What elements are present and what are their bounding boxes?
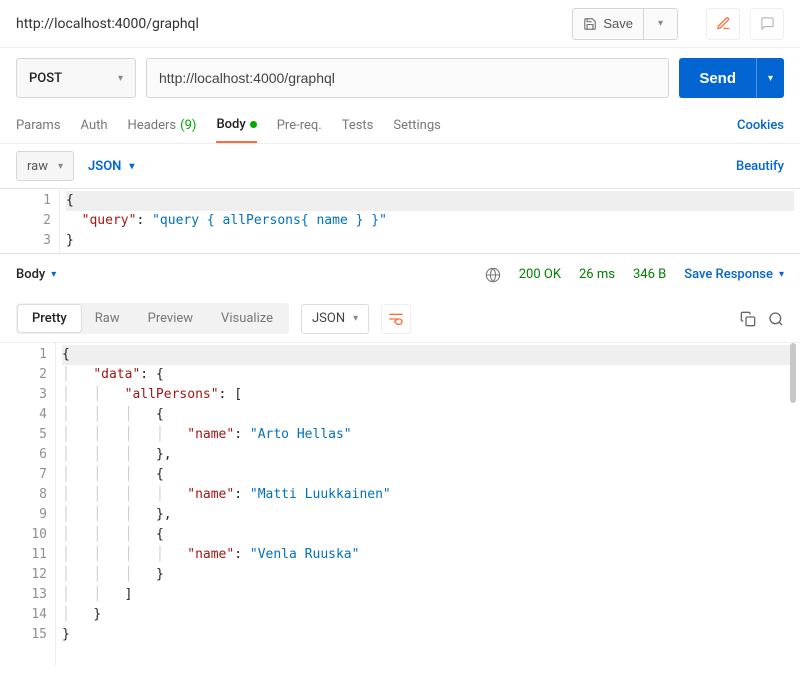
comment-icon-button[interactable] <box>750 8 784 40</box>
tab-headers-label: Headers <box>128 118 177 133</box>
save-icon <box>583 17 597 31</box>
pencil-icon <box>716 16 731 31</box>
request-gutter: 123 <box>0 189 60 253</box>
save-button-group: Save ▾ <box>572 8 678 40</box>
tab-body-label: Body <box>216 117 245 132</box>
tab-params[interactable]: Params <box>16 108 61 143</box>
response-status: 200 OK <box>519 267 561 282</box>
globe-icon[interactable] <box>485 267 501 283</box>
response-size: 346 B <box>633 267 666 282</box>
response-section-label: Body <box>16 267 45 282</box>
response-gutter: 123456789101112131415 <box>0 343 56 665</box>
response-time: 26 ms <box>579 267 615 282</box>
chevron-down-icon: ▾ <box>129 161 134 172</box>
tab-headers[interactable]: Headers (9) <box>128 108 197 143</box>
request-body-editor[interactable]: 123 { "query": "query { allPersons{ name… <box>0 188 800 253</box>
save-response-link[interactable]: Save Response ▾ <box>684 267 784 282</box>
resp-tab-preview[interactable]: Preview <box>134 305 207 332</box>
status-dot-icon <box>250 121 257 128</box>
response-tabrow: Pretty Raw Preview Visualize JSON ▾ <box>0 295 800 343</box>
response-format-value: JSON <box>312 311 345 326</box>
comment-icon <box>760 16 775 31</box>
response-toolbar-right <box>740 311 784 327</box>
body-type-select[interactable]: raw ▾ <box>16 151 74 181</box>
body-subrow: raw ▾ JSON ▾ Beautify <box>0 144 800 188</box>
save-dropdown[interactable]: ▾ <box>644 8 678 40</box>
request-title: http://localhost:4000/graphql <box>16 16 562 32</box>
chevron-down-icon: ▾ <box>51 269 56 280</box>
method-select[interactable]: POST ▾ <box>16 58 136 98</box>
response-section-select[interactable]: Body ▾ <box>16 267 56 282</box>
url-input[interactable] <box>146 58 669 98</box>
tab-tests[interactable]: Tests <box>342 108 374 143</box>
save-button[interactable]: Save <box>572 8 644 40</box>
chevron-down-icon: ▾ <box>658 18 663 29</box>
response-body-editor[interactable]: 123456789101112131415 {│ "data": {│ │ "a… <box>0 343 800 665</box>
body-type-value: raw <box>27 159 48 174</box>
search-icon[interactable] <box>768 311 784 327</box>
url-bar: POST ▾ Send ▾ <box>0 48 800 108</box>
chevron-down-icon: ▾ <box>118 73 123 84</box>
body-format-value: JSON <box>88 159 121 174</box>
chevron-down-icon: ▾ <box>779 269 784 280</box>
tab-prereq[interactable]: Pre-req. <box>277 108 322 143</box>
beautify-link[interactable]: Beautify <box>736 159 784 174</box>
wrap-lines-button[interactable] <box>381 304 411 334</box>
send-button-group: Send ▾ <box>679 58 784 98</box>
request-header-bar: http://localhost:4000/graphql Save ▾ <box>0 0 800 48</box>
wrap-icon <box>388 312 404 326</box>
scrollbar-indicator[interactable] <box>790 343 796 403</box>
tab-body[interactable]: Body <box>216 108 256 143</box>
chevron-down-icon: ▾ <box>58 161 63 172</box>
save-response-label: Save Response <box>684 267 773 282</box>
request-tabs: Params Auth Headers (9) Body Pre-req. Te… <box>0 108 800 144</box>
request-code[interactable]: { "query": "query { allPersons{ name } }… <box>60 189 800 253</box>
tab-headers-count: (9) <box>180 118 196 133</box>
cookies-link[interactable]: Cookies <box>737 118 784 133</box>
response-view-tabs: Pretty Raw Preview Visualize <box>16 303 289 334</box>
tab-auth[interactable]: Auth <box>81 108 108 143</box>
method-value: POST <box>29 71 62 86</box>
send-button[interactable]: Send <box>679 58 756 98</box>
response-code[interactable]: {│ "data": {│ │ "allPersons": [│ │ │ {│ … <box>56 343 800 665</box>
response-format-select[interactable]: JSON ▾ <box>301 304 369 334</box>
save-label: Save <box>603 16 633 31</box>
tab-settings[interactable]: Settings <box>393 108 440 143</box>
send-dropdown[interactable]: ▾ <box>756 58 784 98</box>
copy-icon[interactable] <box>740 311 756 327</box>
chevron-down-icon: ▾ <box>768 73 773 84</box>
response-header: Body ▾ 200 OK 26 ms 346 B Save Response … <box>0 253 800 295</box>
body-format-select[interactable]: JSON ▾ <box>88 159 134 174</box>
resp-tab-visualize[interactable]: Visualize <box>207 305 287 332</box>
resp-tab-raw[interactable]: Raw <box>81 305 134 332</box>
resp-tab-pretty[interactable]: Pretty <box>18 305 81 332</box>
chevron-down-icon: ▾ <box>353 313 358 324</box>
edit-icon-button[interactable] <box>706 8 740 40</box>
